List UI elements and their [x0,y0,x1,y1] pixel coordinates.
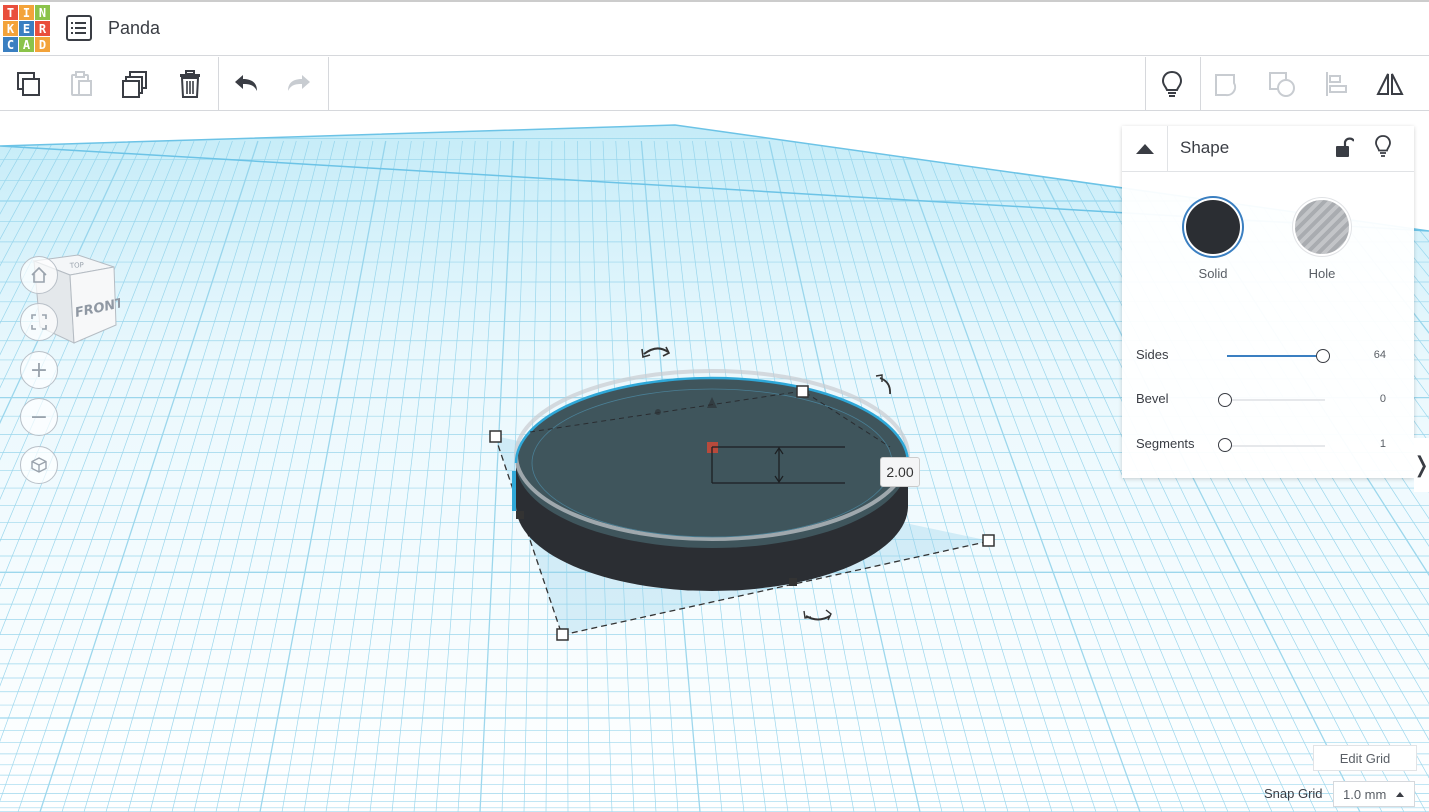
shape-inspector: Shape Solid Hole Sides 64 Bevel 0 Segmen… [1122,126,1414,478]
snap-grid-label: Snap Grid [1264,786,1323,801]
material-solid[interactable]: Solid [1173,200,1253,281]
sides-label: Sides [1136,347,1169,362]
align-icon[interactable] [1319,67,1355,101]
top-bar: TIN KER CAD Panda [0,0,1429,56]
perspective-icon[interactable] [20,446,58,484]
ungroup-icon[interactable] [1264,67,1300,101]
copy-icon[interactable] [10,67,46,101]
hole-swatch[interactable] [1295,200,1349,254]
solid-swatch[interactable] [1186,200,1240,254]
logo-letter: K [3,21,18,36]
inspector-header: Shape [1122,126,1414,172]
segments-value[interactable]: 1 [1346,438,1386,450]
group-icon[interactable] [1209,67,1245,101]
edit-toolbar [0,57,1429,111]
zoom-in-icon[interactable]: + [20,351,58,389]
redo-icon[interactable] [281,67,317,101]
sides-slider-handle[interactable] [1316,349,1330,363]
unlock-icon[interactable] [1334,136,1354,160]
fit-view-icon[interactable] [20,303,58,341]
logo-letter: I [19,5,34,20]
logo-letter: N [35,5,50,20]
duplicate-icon[interactable] [117,67,153,101]
logo-letter: E [19,21,34,36]
edit-grid-button[interactable]: Edit Grid [1313,745,1417,771]
height-dimension-input[interactable]: 2.00 [880,457,920,487]
bevel-value[interactable]: 0 [1346,393,1386,405]
logo-letter: T [3,5,18,20]
logo-letter: R [35,21,50,36]
snap-grid-value: 1.0 mm [1343,786,1387,802]
bevel-label: Bevel [1136,391,1169,406]
home-view-icon[interactable] [20,256,58,294]
sides-slider[interactable] [1227,355,1325,357]
hide-icon[interactable] [1374,134,1392,160]
logo-letter: A [19,37,34,52]
bevel-slider[interactable] [1227,399,1325,401]
design-list-icon[interactable] [66,15,92,41]
segments-slider[interactable] [1227,445,1325,447]
lightbulb-icon[interactable] [1154,67,1190,101]
hole-label: Hole [1308,266,1336,281]
segments-label: Segments [1136,436,1195,451]
paste-icon[interactable] [63,67,99,101]
logo-letter: D [35,37,50,52]
expand-side-panel-icon[interactable]: ❭ [1412,438,1429,492]
delete-icon[interactable] [172,67,208,101]
caret-up-icon [1396,792,1404,797]
snap-grid-select[interactable]: 1.0 mm [1333,781,1415,807]
inspector-title: Shape [1180,138,1230,157]
solid-label: Solid [1198,266,1228,281]
tinkercad-logo[interactable]: TIN KER CAD [3,5,51,55]
mirror-icon[interactable] [1372,67,1408,101]
view-cube-top-label: TOP [69,261,85,270]
bevel-slider-handle[interactable] [1218,393,1232,407]
material-hole[interactable]: Hole [1282,200,1362,281]
logo-letter: C [3,37,18,52]
collapse-panel-icon[interactable] [1122,126,1168,172]
segments-slider-handle[interactable] [1218,438,1232,452]
design-title[interactable]: Panda [108,18,160,39]
undo-icon[interactable] [228,67,264,101]
zoom-out-icon[interactable]: − [20,398,58,436]
sides-value[interactable]: 64 [1346,349,1386,361]
